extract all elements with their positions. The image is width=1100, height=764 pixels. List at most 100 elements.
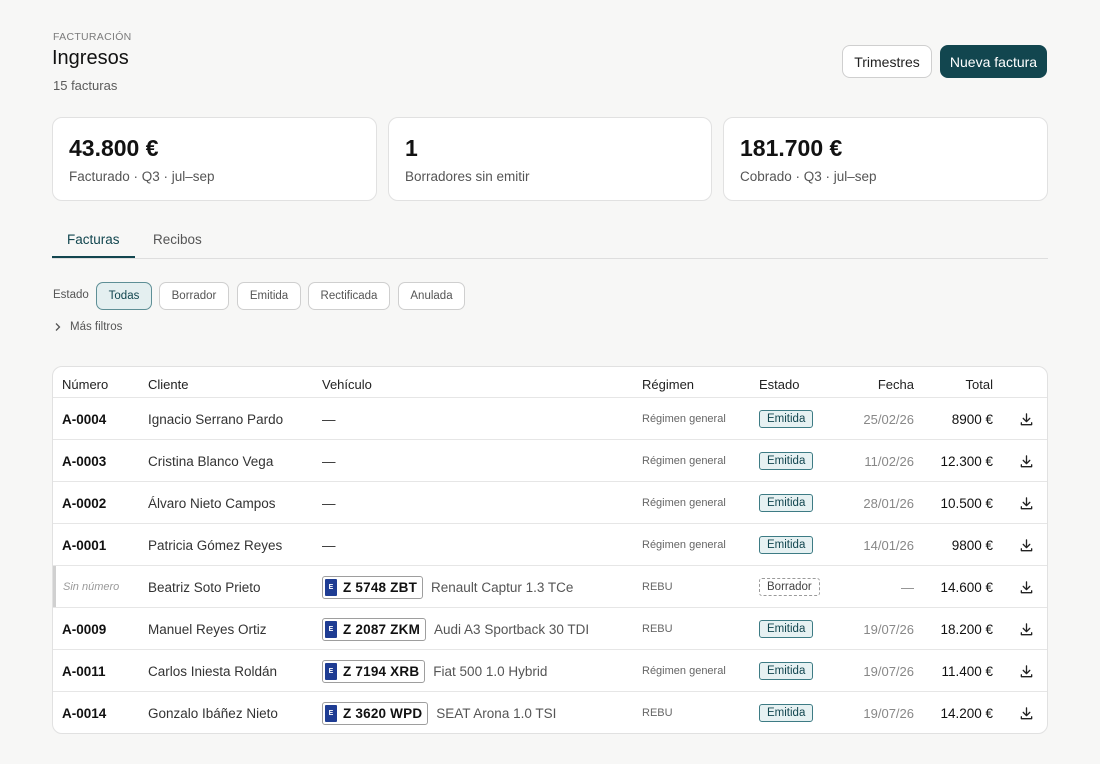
download-button[interactable] bbox=[1016, 692, 1036, 733]
invoice-total: 8900 € bbox=[951, 411, 993, 427]
vehicle-cell: — bbox=[322, 398, 336, 440]
column-header-vehiculo: Vehículo bbox=[322, 377, 372, 392]
client-name: Cristina Blanco Vega bbox=[148, 453, 274, 469]
table-row[interactable]: A-0011 Carlos Iniesta Roldán E Z 7194 XRB Fi… bbox=[53, 650, 1047, 692]
download-button[interactable] bbox=[1016, 650, 1036, 692]
download-button[interactable] bbox=[1016, 398, 1036, 440]
status-cell: Emitida bbox=[759, 440, 814, 482]
invoice-total: 18.200 € bbox=[940, 621, 993, 637]
filter-chip-emitida[interactable]: Emitida bbox=[237, 282, 301, 310]
client-name: Ignacio Serrano Pardo bbox=[148, 411, 284, 427]
client-name: Carlos Iniesta Roldán bbox=[148, 663, 278, 679]
client-name: Beatriz Soto Prieto bbox=[148, 579, 261, 595]
invoice-date: 19/07/26 bbox=[863, 663, 914, 679]
tax-regime: REBU bbox=[642, 707, 673, 719]
filter-chip-borrador[interactable]: Borrador bbox=[159, 282, 229, 310]
filter-chip-rectificada[interactable]: Rectificada bbox=[308, 282, 390, 310]
status-badge: Emitida bbox=[759, 620, 814, 638]
kpi-card-cobrado: 181.700 € Cobrado · Q3 · jul–sep bbox=[723, 117, 1048, 201]
table-row[interactable]: A-0009 Manuel Reyes Ortiz E Z 2087 ZKM Audi … bbox=[53, 608, 1047, 650]
status-cell: Emitida bbox=[759, 524, 814, 566]
vehicle-model: — bbox=[322, 411, 336, 427]
invoice-total: 9800 € bbox=[951, 537, 993, 553]
download-icon bbox=[1019, 496, 1034, 511]
status-badge: Emitida bbox=[759, 704, 814, 722]
table-row[interactable]: A-0003 Cristina Blanco Vega — Régimen gener… bbox=[53, 440, 1047, 482]
tax-regime: Régimen general bbox=[642, 665, 726, 677]
tax-regime: Régimen general bbox=[642, 539, 726, 551]
table-row[interactable]: A-0004 Ignacio Serrano Pardo — Régimen gene… bbox=[53, 398, 1047, 440]
vehicle-cell: E Z 3620 WPD SEAT Arona 1.0 TSI bbox=[322, 692, 557, 733]
tab-facturas[interactable]: Facturas bbox=[67, 232, 120, 247]
invoice-total: 14.600 € bbox=[940, 579, 993, 595]
tab-recibos[interactable]: Recibos bbox=[153, 232, 202, 247]
vehicle-model: Renault Captur 1.3 TCe bbox=[431, 579, 574, 595]
kpi-card-facturado: 43.800 € Facturado · Q3 · jul–sep bbox=[52, 117, 377, 201]
status-cell: Emitida bbox=[759, 398, 814, 440]
invoices-table: Número Cliente Vehículo Régimen Estado F… bbox=[52, 366, 1048, 734]
status-cell: Emitida bbox=[759, 608, 814, 650]
vehicle-model: — bbox=[322, 495, 336, 511]
filter-chip-todas[interactable]: Todas bbox=[96, 282, 152, 310]
download-button[interactable] bbox=[1016, 440, 1036, 482]
column-header-fecha: Fecha bbox=[877, 377, 914, 392]
status-badge: Borrador bbox=[759, 578, 820, 596]
eu-country-badge: E bbox=[325, 704, 337, 722]
download-button[interactable] bbox=[1016, 566, 1036, 608]
kpi-value: 181.700 € bbox=[740, 135, 843, 161]
download-icon bbox=[1019, 664, 1034, 679]
status-cell: Emitida bbox=[759, 482, 814, 524]
vehicle-cell: E Z 2087 ZKM Audi A3 Sportback 30 TDI bbox=[322, 608, 589, 650]
status-badge: Emitida bbox=[759, 452, 814, 470]
vehicle-model: SEAT Arona 1.0 TSI bbox=[436, 705, 557, 721]
invoice-number: Sin número bbox=[63, 581, 120, 593]
tax-regime: REBU bbox=[642, 581, 673, 593]
column-header-numero: Número bbox=[62, 377, 109, 392]
status-cell: Borrador bbox=[759, 566, 820, 608]
invoice-number: A-0009 bbox=[62, 621, 107, 637]
download-icon bbox=[1019, 580, 1034, 595]
download-button[interactable] bbox=[1016, 608, 1036, 650]
filter-chip-anulada[interactable]: Anulada bbox=[398, 282, 465, 310]
invoice-number: A-0004 bbox=[62, 411, 107, 427]
vehicle-cell: — bbox=[322, 440, 336, 482]
page-title: Ingresos bbox=[52, 47, 129, 69]
kpi-label: Cobrado · Q3 · jul–sep bbox=[740, 169, 877, 184]
tax-regime: REBU bbox=[642, 623, 673, 635]
tabs-bar: Facturas Recibos bbox=[52, 222, 1048, 259]
tax-regime: Régimen general bbox=[642, 455, 726, 467]
status-cell: Emitida bbox=[759, 650, 814, 692]
table-row[interactable]: A-0014 Gonzalo Ibáñez Nieto E Z 3620 WPD SEA… bbox=[53, 692, 1047, 733]
invoice-date: — bbox=[901, 579, 914, 595]
download-icon bbox=[1019, 706, 1034, 721]
chevron-right-icon bbox=[55, 323, 61, 331]
invoice-number: A-0001 bbox=[62, 537, 107, 553]
vehicle-model: Fiat 500 1.0 Hybrid bbox=[433, 663, 548, 679]
new-invoice-button[interactable]: Nueva factura bbox=[940, 45, 1047, 78]
invoice-total: 10.500 € bbox=[940, 495, 993, 511]
trimestres-button[interactable]: Trimestres bbox=[842, 45, 932, 78]
kpi-label: Facturado · Q3 · jul–sep bbox=[69, 169, 215, 184]
vehicle-model: — bbox=[322, 453, 336, 469]
more-filters-toggle[interactable]: Más filtros bbox=[53, 321, 122, 333]
kpi-card-borradores: 1 Borradores sin emitir bbox=[388, 117, 712, 201]
download-button[interactable] bbox=[1016, 524, 1036, 566]
vehicle-model: — bbox=[322, 537, 336, 553]
status-cell: Emitida bbox=[759, 692, 814, 733]
plate-number: Z 7194 XRB bbox=[343, 663, 420, 679]
page-eyebrow: FACTURACIÓN bbox=[53, 31, 132, 43]
license-plate: E Z 3620 WPD bbox=[322, 701, 429, 725]
table-row[interactable]: A-0002 Álvaro Nieto Campos — Régimen genera… bbox=[53, 482, 1047, 524]
vehicle-model: Audi A3 Sportback 30 TDI bbox=[434, 621, 590, 637]
table-row[interactable]: Sin número Beatriz Soto Prieto E Z 5748 ZBT… bbox=[53, 566, 1047, 608]
status-badge: Emitida bbox=[759, 662, 814, 680]
eu-country-badge: E bbox=[325, 578, 337, 596]
vehicle-cell: — bbox=[322, 524, 336, 566]
vehicle-cell: E Z 5748 ZBT Renault Captur 1.3 TCe bbox=[322, 566, 573, 608]
invoice-total: 14.200 € bbox=[940, 705, 993, 721]
column-header-total: Total bbox=[965, 377, 993, 392]
download-button[interactable] bbox=[1016, 482, 1036, 524]
status-badge: Emitida bbox=[759, 494, 814, 512]
tax-regime: Régimen general bbox=[642, 497, 726, 509]
table-row[interactable]: A-0001 Patricia Gómez Reyes — Régimen gener… bbox=[53, 524, 1047, 566]
